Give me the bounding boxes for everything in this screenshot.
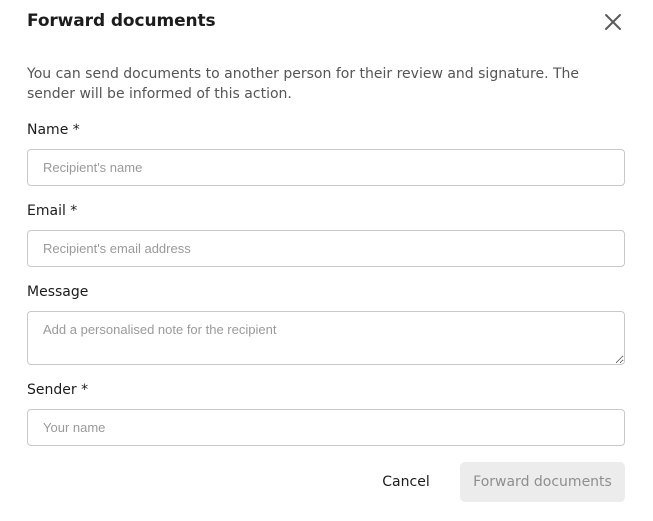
email-label: Email * xyxy=(27,203,78,219)
email-input[interactable] xyxy=(27,230,625,267)
dialog-title: Forward documents xyxy=(27,11,216,31)
sender-label: Sender * xyxy=(27,382,89,398)
forward-documents-button[interactable]: Forward documents xyxy=(460,462,625,502)
close-icon xyxy=(605,14,621,30)
sender-input[interactable] xyxy=(27,409,625,446)
message-label: Message xyxy=(27,284,89,300)
name-input[interactable] xyxy=(27,149,625,186)
cancel-button[interactable]: Cancel xyxy=(370,462,442,502)
close-button[interactable] xyxy=(602,11,624,33)
message-textarea[interactable] xyxy=(27,311,625,365)
name-label: Name * xyxy=(27,122,80,138)
dialog-description: You can send documents to another person… xyxy=(27,66,580,102)
forward-documents-dialog: Forward documents You can send documents… xyxy=(0,0,653,521)
